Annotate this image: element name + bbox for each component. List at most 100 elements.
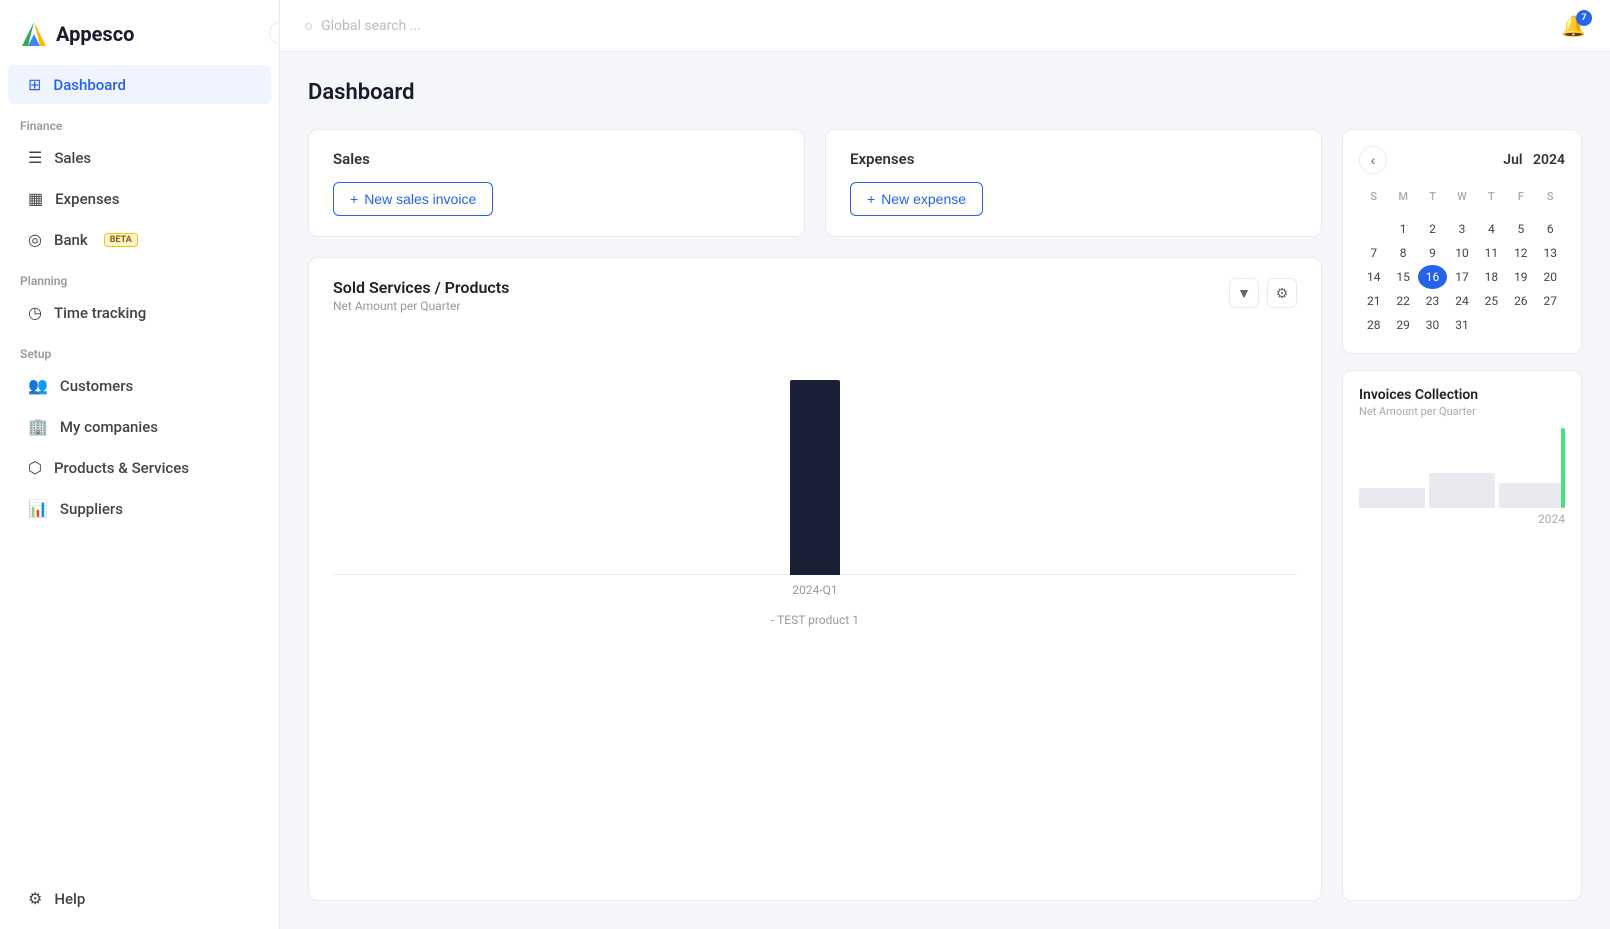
logo-icon [20,20,48,48]
bank-beta-badge: BETA [104,233,138,247]
inv-bar-2 [1429,473,1495,508]
sales-icon: ☰ [28,148,42,167]
cal-header-t2: T [1477,186,1506,207]
calendar-day-3-6[interactable]: 20 [1536,265,1565,289]
calendar-widget: ‹ Jul 2024 S M T [1342,129,1582,354]
calendar-day-4-3[interactable]: 24 [1447,289,1476,313]
calendar-day-2-4[interactable]: 11 [1477,241,1506,265]
sidebar-item-dashboard-label: Dashboard [53,76,126,94]
companies-icon: 🏢 [28,417,48,436]
calendar-day-5-5 [1506,313,1535,337]
sidebar: ‹ Appesco ⊞ Dashboard Finance ☰ Sales ▦ … [0,0,280,929]
calendar-day-1-3[interactable]: 3 [1447,217,1476,241]
calendar-day-0-0 [1359,207,1388,217]
calendar-day-1-2[interactable]: 2 [1418,217,1447,241]
chart-subtitle: Net Amount per Quarter [333,299,509,313]
sidebar-item-products-services[interactable]: ⬡ Products & Services [8,448,271,487]
invoices-bar-area [1359,428,1565,508]
chart-title-area: Sold Services / Products Net Amount per … [333,278,509,313]
sidebar-item-customers-label: Customers [60,377,133,395]
calendar-day-3-1[interactable]: 15 [1388,265,1417,289]
sidebar-item-help[interactable]: ⚙ Help [8,879,271,918]
sidebar-item-suppliers[interactable]: 📊 Suppliers [8,489,271,528]
chart-title: Sold Services / Products [333,278,509,297]
invoices-accent-bar [1561,428,1565,508]
calendar-week-5: 28293031 [1359,313,1565,337]
calendar-month-year: Jul 2024 [1503,152,1565,168]
new-expense-button[interactable]: + New expense [850,182,983,216]
sidebar-item-time-tracking[interactable]: ◷ Time tracking [8,293,271,332]
suppliers-icon: 📊 [28,499,48,518]
calendar-day-3-0[interactable]: 14 [1359,265,1388,289]
calendar-prev-button[interactable]: ‹ [1359,146,1387,174]
page-body: Dashboard Sales + New sales invoice [280,52,1610,929]
calendar-day-2-0[interactable]: 7 [1359,241,1388,265]
new-sales-invoice-icon: + [350,191,358,207]
calendar-day-2-1[interactable]: 8 [1388,241,1417,265]
calendar-day-1-5[interactable]: 5 [1506,217,1535,241]
calendar-day-5-1[interactable]: 29 [1388,313,1417,337]
main-center: Sales + New sales invoice Expenses + New… [308,129,1322,901]
sidebar-item-my-companies[interactable]: 🏢 My companies [8,407,271,446]
invoices-year-label: 2024 [1359,512,1565,526]
calendar-day-4-2[interactable]: 23 [1418,289,1447,313]
help-icon: ⚙ [28,889,42,908]
calendar-day-3-3[interactable]: 17 [1447,265,1476,289]
sidebar-item-expenses[interactable]: ▦ Expenses [8,179,271,218]
calendar-day-2-6[interactable]: 13 [1536,241,1565,265]
calendar-day-4-6[interactable]: 27 [1536,289,1565,313]
calendar-day-0-3 [1447,207,1476,217]
sidebar-item-bank-label: Bank [54,231,88,249]
calendar-days-header: S M T W T F S [1359,186,1565,207]
cards-row: Sales + New sales invoice Expenses + New… [308,129,1322,237]
calendar-day-1-4[interactable]: 4 [1477,217,1506,241]
search-icon: ○ [304,17,313,35]
calendar-week-4: 21222324252627 [1359,289,1565,313]
search-placeholder[interactable]: Global search ... [321,18,421,34]
new-expense-icon: + [867,191,875,207]
sidebar-item-bank[interactable]: ◎ Bank BETA [8,220,271,259]
calendar-grid: S M T W T F S 12345678910111213141516171… [1359,186,1565,337]
calendar-day-2-5[interactable]: 12 [1506,241,1535,265]
calendar-day-4-0[interactable]: 21 [1359,289,1388,313]
sidebar-item-sales[interactable]: ☰ Sales [8,138,271,177]
calendar-day-5-3[interactable]: 31 [1447,313,1476,337]
calendar-day-4-4[interactable]: 25 [1477,289,1506,313]
new-sales-invoice-button[interactable]: + New sales invoice [333,182,493,216]
calendar-day-4-5[interactable]: 26 [1506,289,1535,313]
bank-icon: ◎ [28,230,42,249]
page-title: Dashboard [308,80,1582,105]
calendar-day-3-2[interactable]: 16 [1418,265,1447,289]
chart-settings-button[interactable]: ⚙ [1267,278,1297,308]
search-container: ○ Global search ... [304,17,1545,35]
calendar-day-5-2[interactable]: 30 [1418,313,1447,337]
cal-header-w: W [1447,186,1476,207]
inv-bar-1 [1359,488,1425,508]
chart-filter-button[interactable]: ▼ [1229,278,1259,308]
new-sales-invoice-label: New sales invoice [364,191,476,207]
notification-button[interactable]: 🔔 7 [1561,14,1586,38]
calendar-day-4-1[interactable]: 22 [1388,289,1417,313]
calendar-day-1-6[interactable]: 6 [1536,217,1565,241]
sidebar-item-dashboard[interactable]: ⊞ Dashboard [8,65,271,104]
calendar-day-1-1[interactable]: 1 [1388,217,1417,241]
products-icon: ⬡ [28,458,42,477]
calendar-week-0 [1359,207,1565,217]
chart-x-label-q1: 2024-Q1 [775,583,855,597]
calendar-day-5-0[interactable]: 28 [1359,313,1388,337]
calendar-day-2-3[interactable]: 10 [1447,241,1476,265]
app-name: Appesco [56,22,134,46]
chart-bars [333,345,1297,575]
expenses-icon: ▦ [28,189,43,208]
calendar-day-3-4[interactable]: 18 [1477,265,1506,289]
sidebar-item-customers[interactable]: 👥 Customers [8,366,271,405]
sidebar-item-help-label: Help [54,890,85,908]
calendar-day-2-2[interactable]: 9 [1418,241,1447,265]
time-tracking-icon: ◷ [28,303,42,322]
topbar: ○ Global search ... 🔔 7 [280,0,1610,52]
cal-header-s2: S [1536,186,1565,207]
calendar-day-3-5[interactable]: 19 [1506,265,1535,289]
notification-badge: 7 [1576,10,1592,26]
chart-header: Sold Services / Products Net Amount per … [333,278,1297,313]
calendar-week-3: 14151617181920 [1359,265,1565,289]
